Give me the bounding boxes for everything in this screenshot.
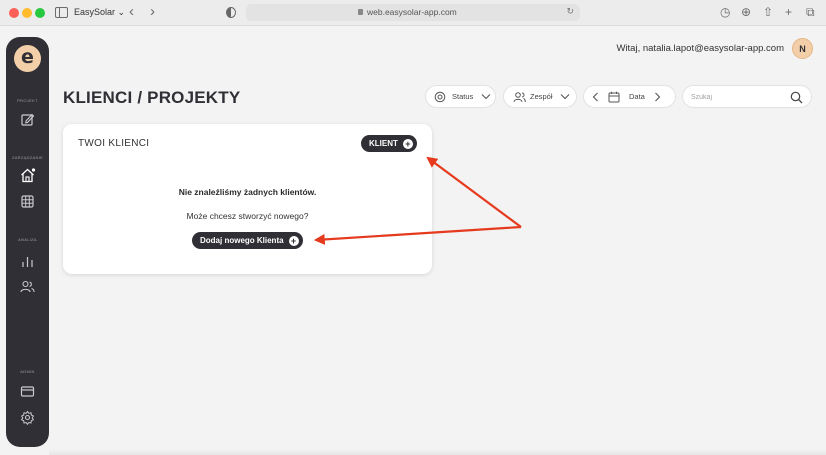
logo-glyph: e xyxy=(21,46,34,68)
gear-icon[interactable] xyxy=(19,409,36,426)
arrow-to-client-button xyxy=(426,156,522,228)
address-bar[interactable]: web.easysolar-app.com ↻ xyxy=(246,4,580,21)
url-text: web.easysolar-app.com xyxy=(367,7,457,17)
empty-state-title: Nie znaleźliśmy żadnych klientów. xyxy=(178,187,317,197)
add-client-button-label: KLIENT xyxy=(369,139,398,148)
date-filter[interactable]: Data xyxy=(583,85,676,108)
grid-icon[interactable] xyxy=(19,193,36,210)
tab-overview-icon[interactable]: ⧉ xyxy=(806,5,815,19)
card-title: TWOI KLIENCI xyxy=(78,138,150,149)
add-new-client-button[interactable]: Dodaj nowego Klienta + xyxy=(192,232,303,249)
download-icon[interactable]: ⊕ xyxy=(741,5,751,19)
empty-state-subtitle: Może chcesz stworzyć nowego? xyxy=(186,211,309,221)
date-filter-label: Data xyxy=(629,92,645,101)
clients-card: TWOI KLIENCI KLIENT + Nie znaleźliśmy ża… xyxy=(63,124,432,274)
status-filter[interactable]: Status xyxy=(425,85,496,108)
sidebar-toggle-icon[interactable] xyxy=(55,7,68,18)
back-icon[interactable]: ‹ xyxy=(129,3,134,21)
page-title: KLIENCI / PROJEKTY xyxy=(63,88,241,107)
reload-icon[interactable]: ↻ xyxy=(566,6,574,17)
close-window-button[interactable] xyxy=(9,8,19,18)
lock-icon xyxy=(358,9,363,15)
calendar-icon xyxy=(608,91,620,102)
chevron-down-icon xyxy=(560,94,569,100)
minimize-window-button[interactable] xyxy=(22,8,32,18)
users-icon xyxy=(513,91,526,102)
add-client-button[interactable]: KLIENT + xyxy=(361,135,417,152)
chevron-left-icon[interactable] xyxy=(592,92,599,102)
chevron-right-icon[interactable] xyxy=(654,92,661,102)
search-box xyxy=(682,85,812,108)
window-bottom-edge xyxy=(49,449,826,455)
users-icon[interactable] xyxy=(19,278,36,295)
plus-icon: + xyxy=(402,138,413,149)
sidebar-section-projekt: PROJEKT xyxy=(17,98,38,103)
status-filter-label: Status xyxy=(452,92,474,101)
sidebar-section-admin: ADMIN xyxy=(20,369,35,374)
plus-icon: + xyxy=(288,235,299,246)
browser-toolbar: EasySolar ⌄ ‹ › web.easysolar-app.com ↻ … xyxy=(0,0,826,26)
home-icon[interactable] xyxy=(19,167,36,184)
team-filter[interactable]: Zespół xyxy=(503,85,577,108)
zoom-window-button[interactable] xyxy=(35,8,45,18)
search-icon[interactable] xyxy=(790,91,803,104)
eye-icon xyxy=(434,91,446,102)
user-greeting: Witaj, natalia.lapot@easysolar-app.com xyxy=(616,43,784,54)
sidebar-section-analiza: ANALIZA xyxy=(18,237,37,242)
avatar[interactable]: N xyxy=(792,38,813,59)
privacy-shield-icon[interactable] xyxy=(226,7,236,18)
tab-group-title[interactable]: EasySolar ⌄ xyxy=(74,7,125,18)
add-new-client-button-label: Dodaj nowego Klienta xyxy=(200,236,284,245)
card-icon[interactable] xyxy=(19,383,36,400)
team-filter-label: Zespół xyxy=(530,92,553,101)
edit-icon[interactable] xyxy=(19,111,36,128)
app-logo[interactable]: e xyxy=(14,45,41,72)
sidebar-section-zarzadzanie: ZARZĄDZANIE xyxy=(11,155,44,160)
chart-icon[interactable] xyxy=(19,253,36,270)
share-icon[interactable]: ⇧ xyxy=(763,5,773,19)
search-input[interactable] xyxy=(691,91,786,103)
new-tab-icon[interactable]: + xyxy=(785,5,792,19)
app-sidebar: e PROJEKT ZARZĄDZANIE ANALIZA ADMIN xyxy=(6,37,49,447)
forward-icon[interactable]: › xyxy=(150,3,155,21)
history-icon[interactable]: ◷ xyxy=(720,5,730,19)
chevron-down-icon xyxy=(481,94,491,100)
